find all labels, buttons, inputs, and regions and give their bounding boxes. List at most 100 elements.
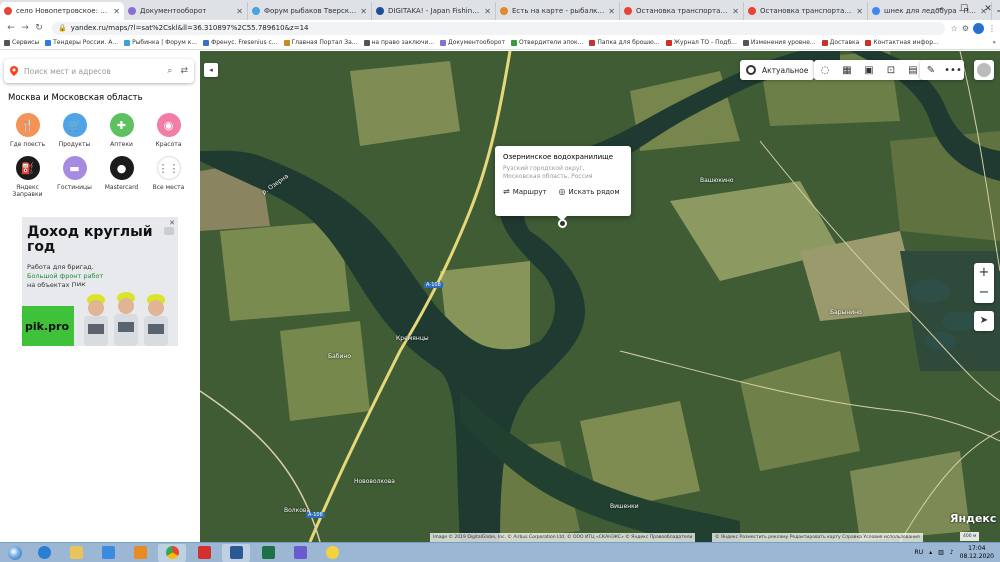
browser-tab[interactable]: Документооборот ✕ [124, 2, 248, 20]
volume-icon[interactable]: ♪ [950, 549, 954, 556]
browser-tab[interactable]: Форум рыбаков Тверской обла✕ [248, 2, 372, 20]
browser-tab[interactable]: Остановка транспорта Первое✕ [744, 2, 868, 20]
search-nearby-button[interactable]: ◎ Искать рядом [559, 187, 620, 196]
panorama-icon[interactable]: ◌ [814, 65, 836, 76]
road-shield-a108: А-108 [424, 282, 443, 288]
category-fork-knife[interactable]: 🍴 Где поесть [4, 113, 51, 148]
bookmark-item[interactable]: Журнал ТО - Подб... [665, 39, 737, 46]
search-icon[interactable]: ⌕ [167, 66, 172, 76]
taskbar-acrobat[interactable] [190, 544, 218, 562]
traffic-icon[interactable]: ▦ [836, 65, 858, 76]
close-window-icon[interactable]: ✕ [976, 0, 1000, 18]
category-grid[interactable]: ⋮⋮ Все места [145, 156, 192, 198]
bookmark-item[interactable]: Папка для брошю... [589, 39, 660, 46]
yandex-links[interactable]: © Яндекс Разместить рекламу Редактироват… [712, 533, 923, 542]
taskbar-media[interactable] [94, 544, 122, 562]
layer-actual-button[interactable]: Актуальное [740, 60, 815, 80]
start-button[interactable] [4, 544, 26, 562]
maximize-icon[interactable]: ☐ [952, 0, 976, 18]
taskbar-ie[interactable] [30, 544, 58, 562]
search-box[interactable]: Поиск мест и адресов ⌕ ⇄ [4, 59, 194, 83]
tab-close-icon[interactable]: ✕ [484, 7, 491, 16]
reload-icon[interactable]: ↻ [32, 23, 46, 33]
bookmark-item[interactable]: Рыбинка | Форум к... [124, 39, 197, 46]
browser-tab[interactable]: село Новопетровское: как доб✕ [0, 2, 124, 20]
category-plus[interactable]: ✚ Аптеки [98, 113, 145, 148]
taskbar-word[interactable] [222, 543, 250, 562]
taskbar-outlook[interactable] [126, 544, 154, 562]
bookmark-item[interactable]: Френус. Fresenius с... [203, 39, 278, 46]
satellite-map[interactable]: Вашюкино Барынино Бабино Кремянцы Новово… [200, 51, 1000, 542]
more-icon[interactable]: ••• [942, 65, 964, 76]
profile-avatar[interactable]: И [973, 22, 984, 34]
search-input[interactable]: Поиск мест и адресов [24, 67, 159, 76]
taskbar-app[interactable] [286, 544, 314, 562]
category-basket[interactable]: 🛒 Продукты [51, 113, 98, 148]
camera-icon[interactable]: ▣ [858, 65, 880, 76]
tab-close-icon[interactable]: ✕ [856, 7, 863, 16]
category-bed[interactable]: ▬ Гостиницы [51, 156, 98, 198]
ad-headline: Доход круглый год [27, 224, 153, 255]
route-button[interactable]: ⇌ Маршрут [503, 187, 547, 196]
tab-close-icon[interactable]: ✕ [236, 7, 243, 16]
taskbar-1c[interactable] [318, 544, 346, 562]
place-label-vishenki: Вишенки [610, 503, 639, 510]
ruler-icon[interactable]: ✎ [920, 65, 942, 76]
advertisement-banner[interactable]: Доход круглый год Работа для бригад. Бол… [22, 217, 178, 346]
extensions-icon[interactable]: ⚙ [962, 24, 969, 33]
bookmark-item[interactable]: Сервисы [4, 39, 39, 46]
collapse-panel-button[interactable]: ◂ [204, 63, 218, 77]
place-label-kremyantsy: Кремянцы [396, 335, 429, 342]
browser-tab[interactable]: DIGITAKA! - Japan Fishing Tackle✕ [372, 2, 496, 20]
bookmark-item[interactable]: Доставка [821, 39, 860, 46]
bookmark-label: Главная Портал За... [291, 39, 358, 46]
bookmark-item[interactable]: Главная Портал За... [283, 39, 358, 46]
star-icon[interactable]: ☆ [951, 24, 958, 33]
clock[interactable]: 17:04 08.12.2020 [960, 545, 994, 560]
transport-icon[interactable]: ⊡ [880, 65, 902, 76]
zoom-out-button[interactable]: − [974, 283, 994, 303]
category-lips[interactable]: ◉ Красота [145, 113, 192, 148]
zoom-in-button[interactable]: + [974, 263, 994, 283]
imagery-copyright[interactable]: Image © 2019 DigitalGlobe, Inc. © Airbus… [430, 533, 696, 542]
user-avatar-button[interactable] [974, 60, 994, 80]
place-label-babino: Бабино [328, 353, 351, 360]
satellite-imagery [200, 51, 1000, 542]
back-icon[interactable]: ← [4, 23, 18, 33]
ad-close-icon[interactable]: ✕ [169, 219, 175, 227]
tab-close-icon[interactable]: ✕ [732, 7, 739, 16]
tab-close-icon[interactable]: ✕ [113, 7, 120, 16]
minimize-icon[interactable]: — [928, 0, 952, 18]
taskbar-excel[interactable] [254, 544, 282, 562]
address-bar[interactable]: 🔒 yandex.ru/maps/?l=sat%2Cskl&ll=36.3108… [52, 21, 945, 35]
route-icon[interactable]: ⇄ [180, 66, 188, 76]
language-indicator[interactable]: RU [915, 549, 924, 556]
bookmark-item[interactable]: Изменения уровне... [742, 39, 816, 46]
network-icon[interactable]: ▥ [938, 549, 944, 556]
taskbar-explorer[interactable] [62, 544, 90, 562]
toolbar-right: ☆ ⚙ И ⋮ [951, 22, 996, 34]
bookmark-label: Френус. Fresenius с... [211, 39, 278, 46]
bookmark-item[interactable]: Отвердители эпок... [510, 39, 583, 46]
category-fuel[interactable]: ⛽ Яндекс Заправки [4, 156, 51, 198]
tray-arrow-icon[interactable]: ▴ [929, 549, 932, 556]
bookmark-label: Доставка [829, 39, 860, 46]
browser-tab[interactable]: Есть на карте - рыбалка в Крас✕ [496, 2, 620, 20]
bookmark-item[interactable]: Тендеры России. А... [45, 39, 118, 46]
locate-me-button[interactable]: ➤ [974, 311, 994, 331]
yandex-logo[interactable]: Яндекс [950, 512, 996, 525]
place-label-vashyukino: Вашюкино [700, 177, 734, 184]
location-marker-icon[interactable] [558, 219, 567, 228]
browser-tab[interactable]: Остановка транспорта Первос✕ [620, 2, 744, 20]
bookmark-item[interactable]: Документооборот [440, 39, 505, 46]
forward-icon[interactable]: → [18, 23, 32, 33]
taskbar-chrome[interactable] [158, 543, 186, 562]
bookmark-item[interactable]: на право заключи... [363, 39, 434, 46]
menu-icon[interactable]: ⋮ [988, 24, 996, 33]
category-mastercard[interactable]: ● Mastercard [98, 156, 145, 198]
bookmark-item[interactable]: Контактная инфор... [865, 39, 939, 46]
tab-close-icon[interactable]: ✕ [608, 7, 615, 16]
plus-icon: ✚ [109, 113, 134, 137]
more-bookmarks-button[interactable]: » [992, 39, 996, 46]
tab-close-icon[interactable]: ✕ [360, 7, 367, 16]
